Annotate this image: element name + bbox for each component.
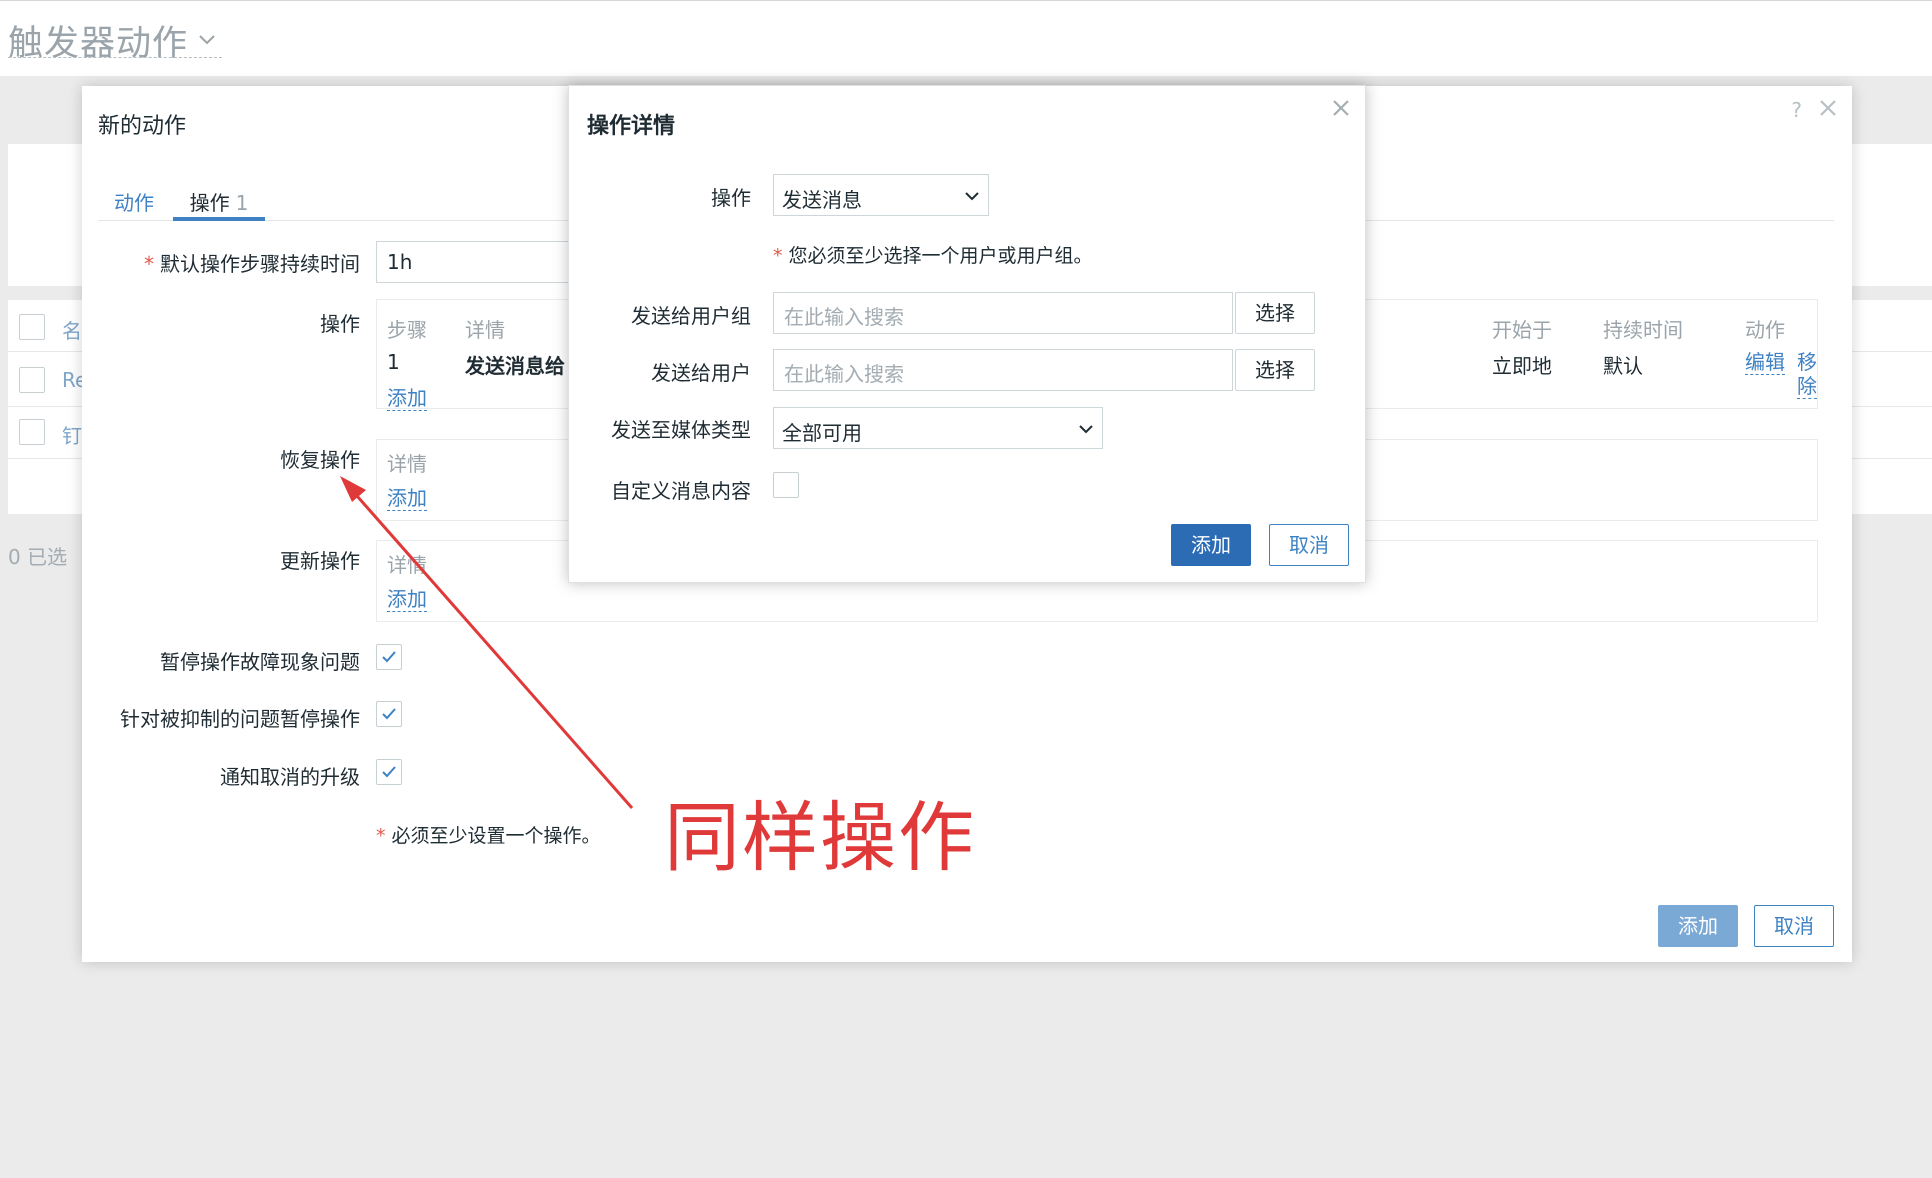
pause-suppressed-label: 针对被抑制的问题暂停操作	[120, 707, 360, 731]
update-add-link[interactable]: 添加	[387, 587, 427, 612]
dialog-cancel-button[interactable]: 取消	[1269, 524, 1349, 566]
row-checkbox[interactable]	[19, 367, 45, 393]
update-label: 更新操作	[280, 549, 360, 573]
select-groups-button[interactable]: 选择	[1235, 292, 1315, 334]
media-type-label: 发送至媒体类型	[611, 418, 751, 442]
list-header-name[interactable]: 名	[62, 315, 82, 344]
required-operation-note: * 必须至少设置一个操作。	[376, 825, 601, 847]
media-type-select[interactable]: 全部可用	[773, 407, 1103, 449]
chevron-down-icon[interactable]	[197, 29, 217, 49]
select-all-checkbox[interactable]	[19, 314, 45, 340]
op-add-link[interactable]: 添加	[387, 386, 427, 411]
op-step: 1	[387, 350, 400, 374]
help-icon[interactable]: ?	[1791, 98, 1802, 122]
pause-suppressed-checkbox[interactable]	[376, 701, 402, 727]
required-asterisk: *	[773, 245, 783, 267]
cancel-action-button[interactable]: 取消	[1754, 905, 1834, 947]
page-title[interactable]: 触发器动作	[8, 15, 188, 66]
default-duration-input[interactable]: 1h	[376, 241, 576, 283]
check-icon	[382, 651, 396, 663]
col-details: 详情	[387, 452, 427, 476]
custom-message-checkbox[interactable]	[773, 472, 799, 498]
op-start-in: 立即地	[1492, 354, 1552, 378]
operation-type-select[interactable]: 发送消息	[773, 174, 989, 216]
operation-type-label: 操作	[711, 186, 751, 210]
dialog-required-note: * 您必须至少选择一个用户或用户组。	[773, 245, 1093, 267]
dialog-title: 操作详情	[587, 114, 676, 139]
modal-title: 新的动作	[98, 114, 187, 139]
chevron-down-icon	[965, 192, 979, 201]
recovery-add-link[interactable]: 添加	[387, 486, 427, 511]
tab-operations-count: 1	[235, 191, 249, 215]
custom-message-label: 自定义消息内容	[611, 479, 751, 503]
required-asterisk: *	[376, 825, 386, 847]
operation-details-dialog: 操作详情 操作 发送消息 * 您必须至少选择一个用户或用户组。 发送给用户组 在此…	[568, 85, 1366, 583]
op-remove-link[interactable]: 移除	[1797, 350, 1817, 399]
operation-type-value: 发送消息	[782, 188, 862, 212]
row-checkbox[interactable]	[19, 419, 45, 445]
default-duration-label: * 默认操作步骤持续时间	[144, 252, 360, 276]
send-to-users-label: 发送给用户	[651, 361, 751, 385]
page-header: 触发器动作	[0, 0, 1932, 76]
close-icon[interactable]	[1816, 96, 1840, 120]
tab-action[interactable]: 动作	[114, 181, 154, 221]
col-details: 详情	[387, 553, 427, 577]
op-edit-link[interactable]: 编辑	[1745, 350, 1785, 375]
send-to-groups-input[interactable]: 在此输入搜索	[773, 292, 1233, 334]
col-action: 动作	[1745, 318, 1785, 342]
col-step: 步骤	[387, 318, 427, 342]
operations-label: 操作	[320, 312, 360, 336]
annotation-text: 同样操作	[664, 793, 976, 882]
col-details: 详情	[465, 318, 505, 342]
check-icon	[382, 766, 396, 778]
tab-operations[interactable]: 操作 1	[173, 181, 265, 221]
close-icon[interactable]	[1329, 96, 1353, 120]
list-item[interactable]: 钉	[62, 420, 82, 449]
media-type-value: 全部可用	[782, 421, 862, 445]
required-asterisk: *	[144, 252, 154, 276]
select-users-button[interactable]: 选择	[1235, 349, 1315, 391]
notify-cancelled-checkbox[interactable]	[376, 759, 402, 785]
pause-symptoms-checkbox[interactable]	[376, 644, 402, 670]
op-details: 发送消息给	[465, 354, 565, 378]
notify-cancelled-label: 通知取消的升级	[220, 765, 360, 789]
op-duration: 默认	[1603, 354, 1643, 378]
check-icon	[382, 708, 396, 720]
send-to-users-input[interactable]: 在此输入搜索	[773, 349, 1233, 391]
page-title-underline	[8, 57, 222, 58]
tab-operations-label: 操作	[189, 191, 230, 215]
recovery-label: 恢复操作	[280, 448, 360, 472]
selected-count: 0 已选	[8, 545, 68, 569]
chevron-down-icon	[1079, 425, 1093, 434]
pause-symptoms-label: 暂停操作故障现象问题	[160, 650, 360, 674]
col-start-in: 开始于	[1492, 318, 1552, 342]
dialog-add-button[interactable]: 添加	[1171, 524, 1251, 566]
col-duration: 持续时间	[1603, 318, 1683, 342]
send-to-groups-label: 发送给用户组	[631, 304, 751, 328]
add-action-button[interactable]: 添加	[1658, 905, 1738, 947]
